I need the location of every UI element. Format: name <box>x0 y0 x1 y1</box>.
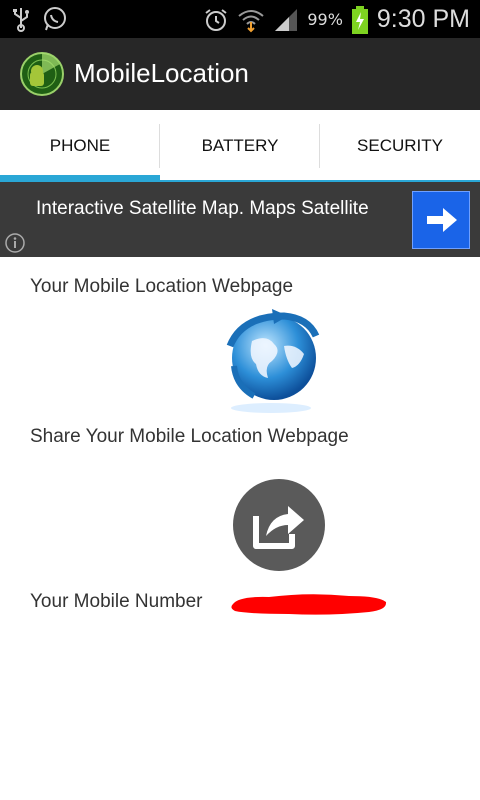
share-icon[interactable] <box>232 478 326 572</box>
share-label: Share Your Mobile Location Webpage <box>30 426 349 447</box>
ad-banner[interactable]: Interactive Satellite Map. Maps Satellit… <box>0 182 480 257</box>
wifi-icon <box>238 9 264 32</box>
tab-bar: PHONE BATTERY SECURITY <box>0 110 480 182</box>
status-clock: 9:30 PM <box>376 5 470 33</box>
action-bar: MobileLocation <box>0 38 480 110</box>
ad-text: Interactive Satellite Map. Maps Satellit… <box>36 198 369 219</box>
redaction-mark <box>231 594 387 615</box>
tab-label: SECURITY <box>357 136 443 155</box>
battery-percentage: 99% <box>307 10 343 29</box>
arrow-right-icon <box>427 208 457 232</box>
tab-label: PHONE <box>49 136 111 155</box>
number-label: Your Mobile Number <box>30 591 203 612</box>
globe-icon[interactable] <box>212 306 330 416</box>
usb-icon <box>13 8 29 32</box>
tab-phone[interactable]: PHONE <box>0 110 160 182</box>
tab-label: BATTERY <box>201 136 279 155</box>
info-icon[interactable] <box>4 232 26 254</box>
ad-open-button[interactable] <box>412 191 470 249</box>
whatsapp-icon <box>44 7 66 31</box>
app-radar-icon[interactable] <box>20 52 64 96</box>
app-title: MobileLocation <box>74 58 249 88</box>
webpage-label: Your Mobile Location Webpage <box>30 276 294 297</box>
alarm-icon <box>205 8 227 31</box>
status-bar: 99% 9:30 PM <box>0 0 480 38</box>
tab-security[interactable]: SECURITY <box>320 110 480 182</box>
tab-battery[interactable]: BATTERY <box>160 110 320 182</box>
signal-icon <box>275 8 298 31</box>
battery-charging-icon <box>351 5 368 34</box>
